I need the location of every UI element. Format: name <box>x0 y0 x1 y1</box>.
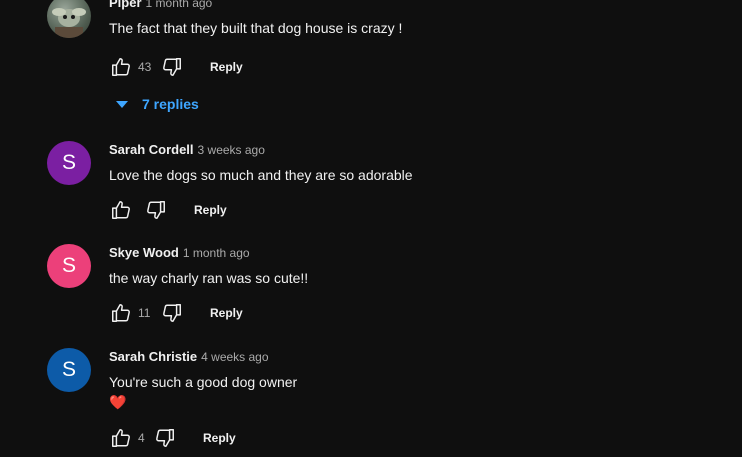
like-button[interactable] <box>109 55 133 79</box>
comment-actions: 11 Reply <box>109 301 249 325</box>
comment-actions: Reply <box>109 198 233 222</box>
avatar-letter: S <box>61 358 76 381</box>
comment-text: The fact that they built that dog house … <box>109 20 403 36</box>
thumbs-up-icon <box>112 58 130 76</box>
view-replies-button[interactable]: 7 replies <box>116 93 199 115</box>
comment-author[interactable]: Sarah Christie <box>109 349 197 364</box>
comment-author[interactable]: Sarah Cordell <box>109 142 194 157</box>
comment-author[interactable]: Piper <box>109 0 142 10</box>
comment-time[interactable]: 4 weeks ago <box>201 350 268 364</box>
comment-author[interactable]: Skye Wood <box>109 245 179 260</box>
like-button[interactable] <box>109 426 133 450</box>
like-button[interactable] <box>109 198 133 222</box>
reply-button[interactable]: Reply <box>188 199 233 221</box>
comment-body: Piper 1 month ago The fact that they buil… <box>109 0 727 38</box>
avatar-letter: S <box>61 254 76 277</box>
avatar[interactable] <box>47 0 91 38</box>
comment-body: Sarah Christie 4 weeks ago You're such a … <box>109 348 727 412</box>
like-button[interactable] <box>109 301 133 325</box>
comment-text-line: You're such a good dog owner <box>109 374 298 390</box>
dislike-button[interactable] <box>144 198 168 222</box>
comment-header: Sarah Cordell 3 weeks ago <box>109 141 727 159</box>
reply-button[interactable]: Reply <box>204 56 249 78</box>
comment-text: Love the dogs so much and they are so ad… <box>109 167 413 183</box>
caret-down-icon <box>116 100 128 108</box>
comment-time[interactable]: 3 weeks ago <box>198 143 265 157</box>
comment-text: You're such a good dog owner ❤️ <box>109 372 727 412</box>
comment-time[interactable]: 1 month ago <box>183 246 250 260</box>
dislike-button[interactable] <box>160 301 184 325</box>
comment-text: the way charly ran was so cute!! <box>109 270 309 286</box>
thumbs-down-icon <box>156 429 174 447</box>
reply-button[interactable]: Reply <box>204 302 249 324</box>
avatar[interactable]: S <box>47 244 91 288</box>
dislike-button[interactable] <box>153 426 177 450</box>
heart-emoji: ❤️ <box>109 394 127 410</box>
replies-label: 7 replies <box>142 96 199 112</box>
comment-time[interactable]: 1 month ago <box>146 0 213 10</box>
like-count: 43 <box>138 60 152 74</box>
thumbs-up-icon <box>112 201 130 219</box>
comment-actions: 43 Reply <box>109 55 249 79</box>
thumbs-down-icon <box>163 58 181 76</box>
avatar[interactable]: S <box>47 348 91 392</box>
avatar-photo-icon <box>52 8 86 38</box>
comment-header: Sarah Christie 4 weeks ago <box>109 348 727 366</box>
comment-body: Skye Wood 1 month ago the way charly ran … <box>109 244 727 288</box>
reply-button[interactable]: Reply <box>197 427 242 449</box>
thumbs-up-icon <box>112 304 130 322</box>
comments-section: Piper 1 month ago The fact that they buil… <box>0 0 742 457</box>
comment-header: Skye Wood 1 month ago <box>109 244 727 262</box>
thumbs-down-icon <box>147 201 165 219</box>
comment-actions: 4 Reply <box>109 426 242 450</box>
comment-body: Sarah Cordell 3 weeks ago Love the dogs s… <box>109 141 727 185</box>
thumbs-up-icon <box>112 429 130 447</box>
like-count: 11 <box>138 306 151 320</box>
dislike-button[interactable] <box>160 55 184 79</box>
comment-header: Piper 1 month ago <box>109 0 727 12</box>
like-count: 4 <box>138 431 145 445</box>
avatar-letter: S <box>61 151 76 174</box>
avatar[interactable]: S <box>47 141 91 185</box>
thumbs-down-icon <box>163 304 181 322</box>
